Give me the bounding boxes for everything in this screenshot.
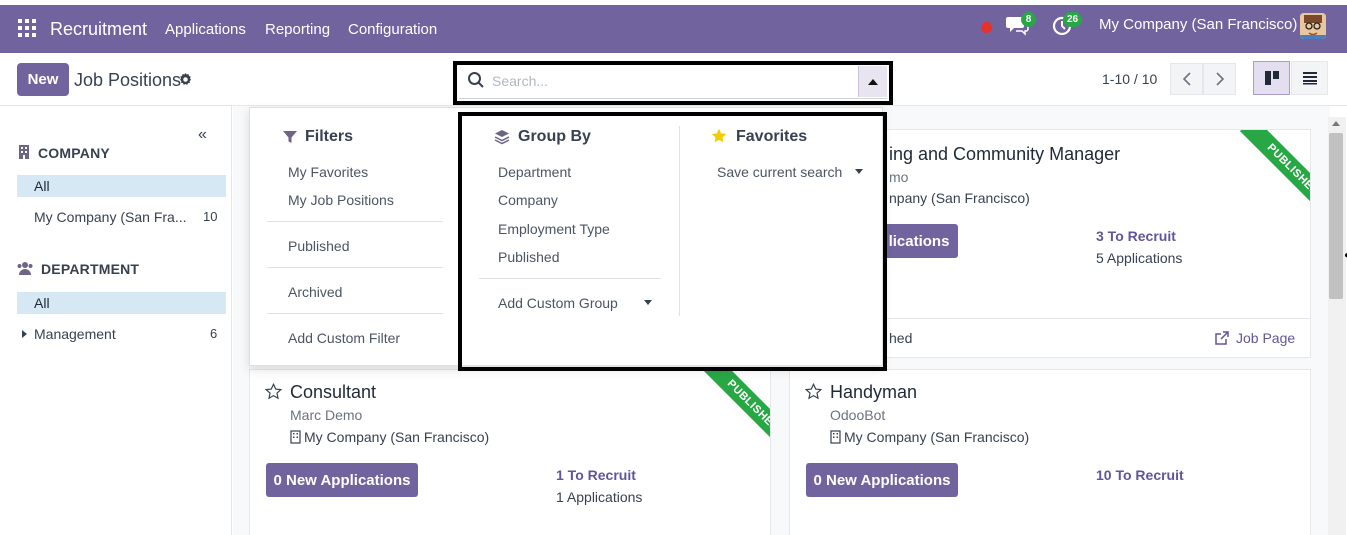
building-icon: [290, 430, 301, 444]
kanban-card[interactable]: Consultant Marc Demo My Company (San Fra…: [249, 369, 771, 535]
user-avatar[interactable]: [1300, 13, 1326, 39]
card-recruiter: mo: [889, 169, 909, 185]
menu-reporting[interactable]: Reporting: [265, 21, 330, 38]
filters-heading: Filters: [305, 128, 354, 145]
card-company: npany (San Francisco): [889, 190, 1030, 206]
collapse-sidebar-icon[interactable]: «: [198, 126, 207, 144]
company-filter-item[interactable]: My Company (San Fra...: [34, 209, 187, 225]
users-icon: [17, 262, 33, 275]
filter-icon: [283, 131, 297, 143]
scroll-up-icon[interactable]: [1332, 121, 1340, 126]
dropdown-highlight-frame: [458, 112, 887, 371]
chevron-left-icon: [1182, 72, 1191, 86]
company-heading: COMPANY: [38, 145, 110, 161]
search-icon: [468, 72, 484, 88]
new-applications-button[interactable]: lications: [880, 224, 958, 258]
card-company: My Company (San Francisco): [844, 429, 1030, 445]
department-heading: DEPARTMENT: [41, 261, 140, 277]
menu-applications[interactable]: Applications: [165, 21, 246, 38]
kanban-icon: [1264, 71, 1279, 85]
new-applications-button[interactable]: 0 New Applications: [806, 463, 958, 497]
to-recruit-link[interactable]: 3 To Recruit: [1096, 228, 1176, 244]
filters-divider: [267, 267, 443, 268]
applications-count[interactable]: 1 Applications: [556, 489, 642, 505]
published-ribbon: PUBLISHED: [1239, 130, 1310, 224]
card-title[interactable]: ing and Community Manager: [889, 144, 1120, 165]
apps-grid-icon[interactable]: [18, 19, 36, 37]
building-icon: [830, 430, 841, 444]
filter-published[interactable]: Published: [288, 238, 350, 254]
status-indicator: [981, 22, 992, 33]
department-filter-count: 6: [210, 326, 218, 341]
department-filter-all[interactable]: All: [17, 292, 226, 314]
filter-archived[interactable]: Archived: [288, 284, 342, 300]
applications-count[interactable]: 5 Applications: [1096, 250, 1182, 266]
new-button[interactable]: New: [17, 63, 69, 96]
pager-next-button[interactable]: [1203, 63, 1236, 95]
card-company: My Company (San Francisco): [304, 429, 490, 445]
menu-configuration[interactable]: Configuration: [348, 21, 437, 38]
department-filter-item[interactable]: Management: [34, 326, 116, 342]
pager-value[interactable]: 1-10 / 10: [1102, 71, 1157, 87]
card-title[interactable]: Handyman: [830, 382, 917, 403]
star-icon[interactable]: [265, 383, 282, 400]
published-ribbon: PUBLISHED: [699, 370, 770, 460]
card-title[interactable]: Consultant: [290, 382, 376, 403]
star-icon[interactable]: [805, 383, 822, 400]
scrollbar-thumb[interactable]: [1329, 133, 1343, 299]
kanban-view-button[interactable]: [1253, 61, 1290, 95]
page-title: Job Positions: [74, 70, 182, 90]
filters-divider: [267, 313, 443, 314]
card-published-toggle[interactable]: hed: [889, 330, 912, 346]
company-filter-all[interactable]: All: [17, 175, 226, 197]
pager-previous-button[interactable]: [1170, 63, 1203, 95]
list-icon: [1302, 72, 1317, 85]
search-panel-sidebar: [0, 106, 232, 535]
messages-badge: 8: [1021, 12, 1036, 27]
add-custom-filter[interactable]: Add Custom Filter: [288, 330, 400, 346]
external-link-icon: [1215, 331, 1229, 345]
to-recruit-link[interactable]: 1 To Recruit: [556, 467, 636, 483]
caret-up-icon: [868, 78, 878, 85]
chevron-right-icon: [1215, 72, 1224, 86]
job-page-link[interactable]: Job Page: [1236, 330, 1295, 346]
filter-my-job-positions[interactable]: My Job Positions: [288, 192, 394, 208]
kanban-card[interactable]: Handyman OdooBot My Company (San Francis…: [789, 369, 1311, 535]
new-applications-button[interactable]: 0 New Applications: [266, 463, 418, 497]
filters-divider: [267, 221, 443, 222]
company-filter-count: 10: [203, 209, 218, 224]
app-name[interactable]: Recruitment: [50, 19, 147, 40]
company-switcher[interactable]: My Company (San Francisco): [1099, 16, 1297, 33]
card-recruiter: Marc Demo: [290, 407, 363, 423]
building-icon: [19, 145, 29, 159]
search-options-toggle[interactable]: [858, 66, 887, 97]
caret-right-icon[interactable]: [22, 330, 27, 338]
activities-badge: 26: [1063, 12, 1083, 27]
filter-my-favorites[interactable]: My Favorites: [288, 164, 368, 180]
search-input[interactable]: [492, 68, 852, 94]
list-view-button[interactable]: [1291, 61, 1328, 95]
to-recruit-link[interactable]: 10 To Recruit: [1096, 467, 1184, 483]
edge-glyph: ◖: [1343, 250, 1347, 261]
gear-icon[interactable]: [178, 72, 193, 87]
card-recruiter: OdooBot: [830, 407, 886, 423]
